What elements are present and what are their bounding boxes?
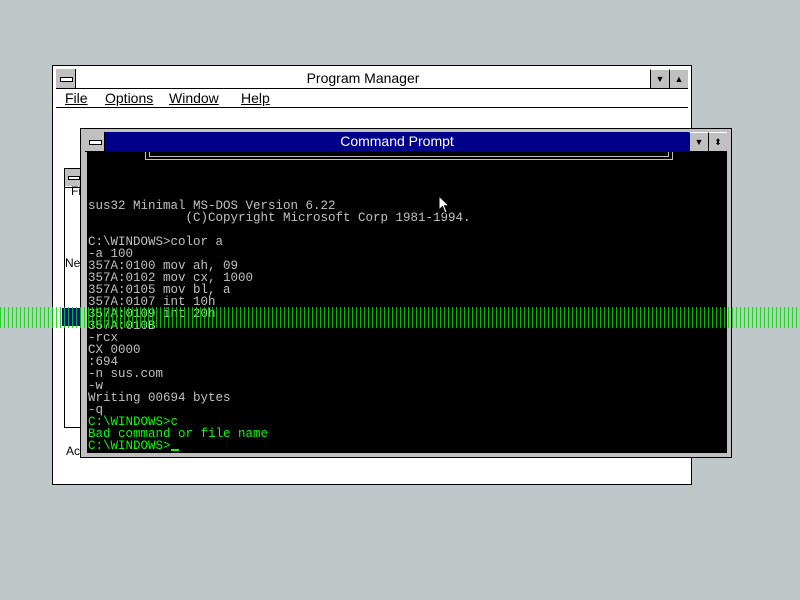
menu-help[interactable]: Help [241, 89, 270, 108]
triangle-down-icon: ▼ [694, 137, 704, 147]
menu-bar: File Options Window Help [56, 89, 688, 108]
console-line: (C)Copyright Microsoft Corp 1981-1994. [88, 211, 471, 225]
console-line: Writing 00694 bytes [88, 391, 231, 405]
console-line: -n sus.com [88, 367, 164, 381]
system-menu-icon[interactable] [85, 132, 105, 151]
console-line: -rcx [88, 331, 119, 345]
restore-button[interactable]: ⬍ [708, 132, 727, 151]
console-prompt[interactable]: C:\WINDOWS> [88, 439, 171, 453]
menu-file[interactable]: File [65, 89, 88, 108]
menu-window[interactable]: Window [169, 89, 219, 108]
triangle-down-icon: ▼ [655, 74, 665, 84]
restore-icon: ⬍ [714, 137, 722, 147]
mouse-pointer-icon [438, 195, 450, 214]
window-title: Program Manager [306, 70, 420, 86]
console-line: 357A:010B [88, 319, 156, 333]
console-output: sus32 Minimal MS-DOS Version 6.22 (C)Cop… [88, 188, 471, 453]
console-line: C:\WINDOWS> [88, 440, 471, 452]
window-title: Command Prompt [340, 133, 454, 149]
text-cursor [170, 449, 179, 451]
program-manager-titlebar[interactable]: Program Manager ▼ ▲ [56, 69, 688, 89]
command-prompt-window[interactable]: Command Prompt ▼ ⬍ sus32 Minimal MS-DOS … [80, 128, 732, 458]
minimize-button[interactable]: ▼ [650, 69, 669, 88]
menu-options[interactable]: Options [105, 89, 153, 108]
console-line: C:\WINDOWS>color a [88, 235, 224, 249]
console-line: CX 0000 [88, 343, 141, 357]
minimize-button[interactable]: ▼ [689, 132, 708, 151]
command-prompt-titlebar[interactable]: Command Prompt ▼ ⬍ [85, 132, 727, 152]
maximize-button[interactable]: ▲ [669, 69, 688, 88]
console-screen[interactable]: sus32 Minimal MS-DOS Version 6.22 (C)Cop… [87, 152, 727, 453]
console-frame-remnant [145, 152, 673, 160]
system-menu-icon[interactable] [56, 69, 76, 88]
triangle-up-icon: ▲ [674, 74, 684, 84]
